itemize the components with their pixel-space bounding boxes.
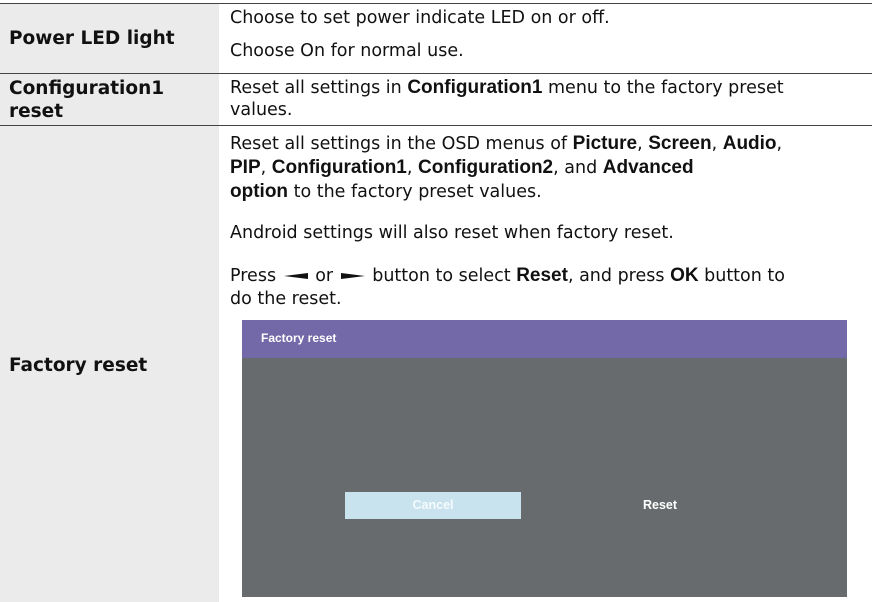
desc-paragraph: Reset all settings in Configuration1 men… xyxy=(230,77,784,120)
row-label-power-led: Power LED light xyxy=(9,28,175,49)
row-desc-power-led: Choose to set power indicate LED on or o… xyxy=(219,4,872,73)
row-label-factory-reset: Factory reset xyxy=(9,355,148,376)
osd-factory-reset-dialog: Factory reset Cancel Reset xyxy=(242,320,847,597)
osd-title-bar: Factory reset xyxy=(242,320,847,358)
row-desc-configuration-reset: Reset all settings in Configuration1 men… xyxy=(219,74,872,125)
row-label-cell: Factory reset xyxy=(0,126,219,602)
left-arrow-icon xyxy=(283,273,308,279)
osd-title: Factory reset xyxy=(261,331,337,345)
cancel-button[interactable]: Cancel xyxy=(345,492,521,519)
desc-paragraph: Reset all settings in the OSD menus of P… xyxy=(230,133,783,202)
row-label-cell: Configuration1 reset xyxy=(0,74,219,125)
desc-line: Choose On for normal use. xyxy=(230,41,464,61)
desc-paragraph: Android settings will also reset when fa… xyxy=(230,223,674,243)
row-label-cell: Power LED light xyxy=(0,4,219,73)
right-arrow-icon xyxy=(340,273,365,279)
desc-paragraph: Press or button to select Reset, and pre… xyxy=(230,265,785,309)
row-label-configuration-reset: Configuration1 reset xyxy=(9,78,165,122)
reset-button[interactable]: Reset xyxy=(572,492,748,519)
desc-line: Choose to set power indicate LED on or o… xyxy=(230,8,610,28)
